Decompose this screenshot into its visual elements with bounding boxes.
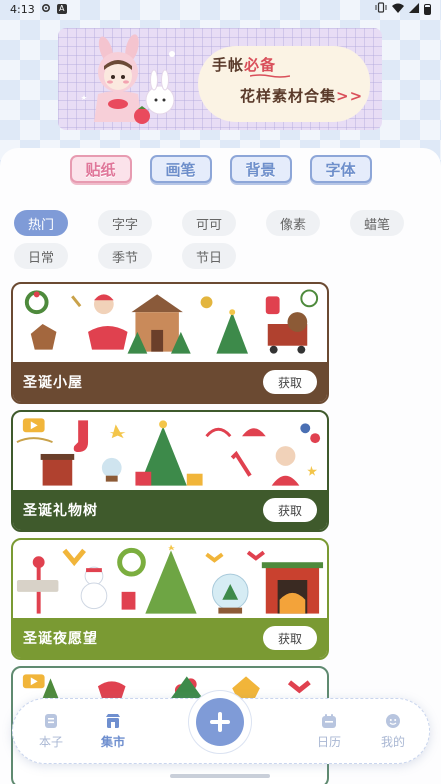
home-indicator [170,774,270,778]
profile-icon [386,714,400,728]
banner-title-line1: 手帐必备 [212,56,277,74]
sticker-pack-card[interactable]: 圣诞小屋 获取 [11,282,329,404]
nav-label: 集市 [100,735,125,749]
tag-season[interactable]: 季节 [98,243,152,269]
wifi-icon [392,3,404,16]
get-button[interactable]: 获取 [263,626,317,650]
nav-profile[interactable]: 我的 [363,713,423,750]
status-bar: 4:13 A [0,0,441,18]
sticker-pack-card[interactable]: 圣诞礼物树 获取 [11,410,329,532]
card-footer: 圣诞夜愿望 获取 [13,618,327,658]
card-title: 圣诞小屋 [23,375,83,391]
tab-stickers[interactable]: 贴纸 [69,155,132,183]
tag-zizi[interactable]: 字字 [98,210,152,236]
bunny-girl-illustration [81,34,175,124]
status-time: 4:13 [10,2,35,16]
christmas-house-stickers [24,289,319,354]
nav-market[interactable]: 集市 [83,713,143,750]
store-icon [106,714,120,728]
tag-hot[interactable]: 热门 [14,210,68,236]
nav-label: 我的 [380,735,405,749]
tag-daily[interactable]: 日常 [14,243,68,269]
nav-label: 本子 [38,735,63,749]
notification-icon: A [56,4,67,14]
add-button[interactable] [196,698,244,746]
nav-notebook[interactable]: 本子 [21,713,81,750]
category-tabs: 贴纸 画笔 背景 字体 [0,148,441,190]
tag-pixel[interactable]: 像素 [266,210,320,236]
card-title: 圣诞礼物树 [23,503,98,519]
tab-backgrounds[interactable]: 背景 [229,155,292,183]
tag-crayon[interactable]: 蜡笔 [350,210,404,236]
promo-banner[interactable] [58,28,382,130]
vibrate-icon [375,2,387,16]
card-footer: 圣诞小屋 获取 [13,362,327,402]
sticker-pack-card[interactable]: 圣诞夜愿望 获取 [11,538,329,660]
notebook-icon [45,714,57,728]
tag-holiday[interactable]: 节日 [182,243,236,269]
get-button[interactable]: 获取 [263,498,317,522]
card-footer: 圣诞礼物树 获取 [13,490,327,530]
tag-keke[interactable]: 可可 [182,210,236,236]
tab-fonts[interactable]: 字体 [309,155,372,183]
card-title: 圣诞夜愿望 [23,631,98,647]
christmas-gift-tree-stickers [16,418,321,486]
calendar-icon [322,714,336,728]
banner-title-line2: 花样素材合集>> [240,87,364,105]
banner-underline [250,74,290,78]
signal-icon [409,2,419,16]
gear-icon [41,3,51,16]
nav-label: 日历 [316,735,341,749]
battery-icon [424,3,431,15]
christmas-wish-stickers [16,544,324,614]
plus-icon [210,712,230,732]
nav-calendar[interactable]: 日历 [299,713,359,750]
get-button[interactable]: 获取 [263,370,317,394]
tab-brushes[interactable]: 画笔 [149,155,212,183]
